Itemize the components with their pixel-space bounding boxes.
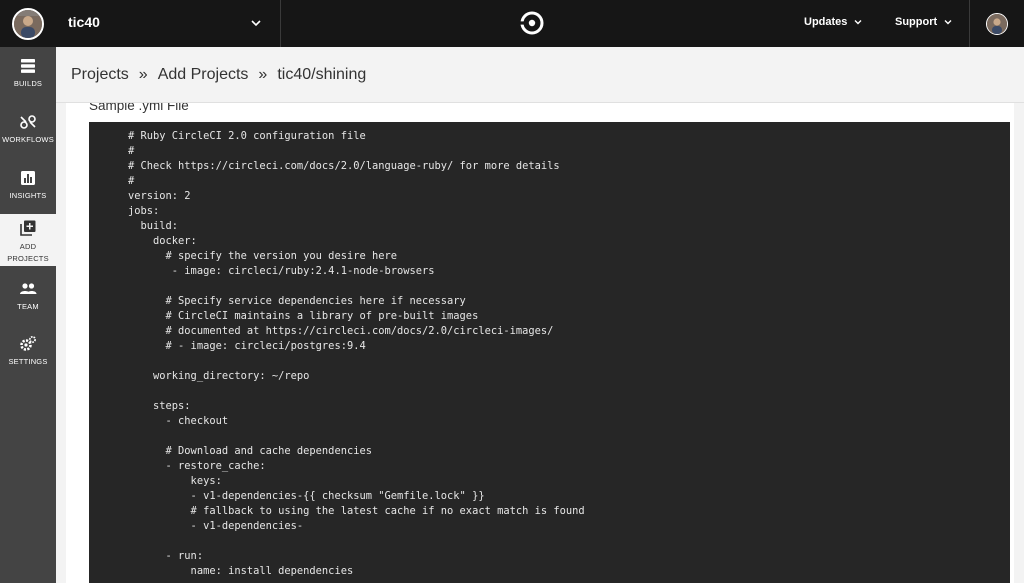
code-line: # Specify service dependencies here if n… bbox=[128, 295, 466, 307]
topbar-divider bbox=[969, 0, 970, 47]
sidebar-item-team[interactable]: TEAM bbox=[0, 280, 56, 320]
topbar-divider bbox=[280, 0, 281, 47]
code-line: name: install dependencies bbox=[128, 565, 354, 577]
support-menu[interactable]: Support bbox=[895, 16, 953, 28]
code-line: # Download and cache dependencies bbox=[128, 445, 372, 457]
code-line: # bbox=[128, 175, 135, 187]
team-icon bbox=[20, 283, 37, 294]
sidebar: BUILDS WORKFLOWS INSIGHTS ADD PROJECTS T… bbox=[0, 47, 56, 583]
code-line: # fallback to using the latest cache if … bbox=[128, 505, 585, 517]
sidebar-item-builds[interactable]: BUILDS bbox=[0, 57, 56, 97]
code-line: build: bbox=[128, 220, 179, 232]
yml-code-block[interactable]: # Ruby CircleCI 2.0 configuration file # #… bbox=[89, 122, 1010, 583]
add-projects-icon bbox=[20, 220, 36, 236]
sidebar-item-add-projects[interactable]: ADD PROJECTS bbox=[0, 214, 56, 266]
code-line: - checkout bbox=[128, 415, 229, 427]
setup-card: Sample .yml File # Ruby CircleCI 2.0 con… bbox=[66, 103, 1014, 583]
user-avatar[interactable] bbox=[986, 13, 1008, 35]
code-line: steps: bbox=[128, 400, 191, 412]
code-line: # - image: circleci/postgres:9.4 bbox=[128, 340, 366, 352]
code-line: # bbox=[128, 145, 135, 157]
breadcrumb-projects[interactable]: Projects bbox=[71, 66, 129, 84]
chevron-down-icon bbox=[854, 20, 862, 25]
section-title: Sample .yml File bbox=[89, 103, 189, 113]
main-content[interactable]: Sample .yml File # Ruby CircleCI 2.0 con… bbox=[56, 103, 1024, 583]
page-header: Projects » Add Projects » tic40/shining bbox=[56, 47, 1024, 103]
chevron-down-icon[interactable] bbox=[250, 17, 262, 29]
org-avatar-image bbox=[14, 10, 42, 38]
org-name[interactable]: tic40 bbox=[68, 14, 100, 30]
code-line: keys: bbox=[128, 475, 222, 487]
user-avatar-image bbox=[987, 14, 1007, 34]
builds-icon bbox=[21, 59, 35, 73]
code-line: # documented at https://circleci.com/doc… bbox=[128, 325, 554, 337]
top-navigation-bar: tic40 Updates Support bbox=[0, 0, 1024, 47]
code-line: version: 2 bbox=[128, 190, 191, 202]
breadcrumb-current-project: tic40/shining bbox=[277, 66, 367, 83]
sidebar-item-insights[interactable]: INSIGHTS bbox=[0, 169, 56, 209]
org-avatar[interactable] bbox=[12, 8, 44, 40]
sidebar-item-label: TEAM bbox=[17, 302, 39, 311]
circleci-logo-icon[interactable] bbox=[520, 11, 544, 35]
code-line: working_directory: ~/repo bbox=[128, 370, 310, 382]
chevron-down-icon bbox=[944, 20, 952, 25]
code-line: # Check https://circleci.com/docs/2.0/la… bbox=[128, 160, 560, 172]
code-line: # specify the version you desire here bbox=[128, 250, 397, 262]
sidebar-item-label: WORKFLOWS bbox=[2, 135, 54, 144]
sidebar-item-settings[interactable]: SETTINGS bbox=[0, 335, 56, 375]
code-line: - run: bbox=[128, 550, 204, 562]
code-line: - v1-dependencies- bbox=[128, 520, 304, 532]
breadcrumb-separator: » bbox=[138, 66, 148, 83]
updates-label: Updates bbox=[804, 16, 848, 28]
code-line: docker: bbox=[128, 235, 197, 247]
sidebar-item-label: INSIGHTS bbox=[9, 191, 47, 200]
workflows-icon bbox=[20, 115, 36, 129]
code-line: - restore_cache: bbox=[128, 460, 266, 472]
code-line: jobs: bbox=[128, 205, 160, 217]
breadcrumb-add-projects[interactable]: Add Projects bbox=[158, 66, 249, 84]
sidebar-item-label: BUILDS bbox=[13, 79, 43, 88]
code-line: # CircleCI maintains a library of pre-bu… bbox=[128, 310, 479, 322]
support-label: Support bbox=[895, 16, 938, 28]
sidebar-item-workflows[interactable]: WORKFLOWS bbox=[0, 113, 56, 153]
settings-icon bbox=[20, 336, 36, 351]
code-line: # Ruby CircleCI 2.0 configuration file bbox=[128, 130, 366, 142]
code-line: - image: circleci/ruby:2.4.1-node-browse… bbox=[128, 265, 435, 277]
breadcrumb-separator: » bbox=[258, 66, 268, 83]
sidebar-item-label: SETTINGS bbox=[8, 357, 48, 366]
insights-icon bbox=[21, 171, 35, 185]
updates-menu[interactable]: Updates bbox=[804, 16, 863, 28]
breadcrumb: Projects » Add Projects » tic40/shining bbox=[71, 66, 366, 84]
sidebar-item-label: ADD PROJECTS bbox=[7, 242, 49, 263]
code-line: - v1-dependencies-{{ checksum "Gemfile.l… bbox=[128, 490, 485, 502]
